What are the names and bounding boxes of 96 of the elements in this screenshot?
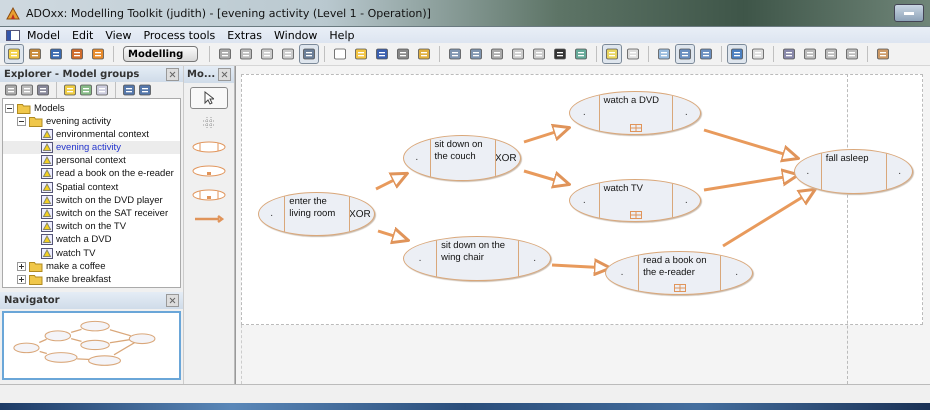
- tree-item-label: switch on the DVD player: [56, 194, 163, 206]
- tree-item[interactable]: watch a DVD: [3, 233, 180, 246]
- model-icon: [41, 194, 53, 206]
- node-marker: .: [582, 196, 586, 206]
- tree-item-label: read a book on the e-reader: [56, 168, 174, 180]
- tree-item[interactable]: environmental context: [3, 128, 180, 141]
- node-marker: .: [582, 108, 586, 118]
- tree-item[interactable]: personal context: [3, 154, 180, 168]
- node-marker: .: [418, 254, 422, 264]
- palette-tool[interactable]: [190, 87, 228, 109]
- menu-item[interactable]: Edit: [67, 28, 98, 42]
- subprocess-icon: [630, 211, 642, 219]
- node-marker: .: [735, 268, 738, 278]
- activity-icon: [192, 141, 226, 153]
- gateway-label: XOR: [349, 208, 371, 220]
- tree-item-label: personal context: [56, 155, 126, 166]
- minimize-button[interactable]: [894, 4, 924, 22]
- tree-item[interactable]: switch on the SAT receiver: [3, 206, 180, 220]
- menu-item[interactable]: Window: [269, 28, 322, 42]
- tree-item[interactable]: switch on the DVD player: [3, 194, 180, 207]
- node-label: sit down on the wing chair: [441, 240, 506, 264]
- menu-item[interactable]: Help: [324, 28, 360, 42]
- model-icon: [41, 234, 53, 246]
- pointer-icon: [204, 91, 214, 105]
- panel-title: Explorer - Model groups: [4, 68, 140, 80]
- model-icon: [41, 155, 53, 166]
- subprocess-icon: [674, 284, 686, 292]
- window-menu-icon[interactable]: [6, 30, 20, 40]
- tree-item-label: watch a DVD: [56, 234, 112, 246]
- collapse-icon[interactable]: [17, 116, 26, 126]
- subprocess-icon: [192, 189, 226, 201]
- subprocess-icon: [630, 124, 642, 132]
- tree-item-label: make a coffee: [46, 260, 106, 272]
- node-label: read a book on the e-reader: [643, 255, 708, 279]
- tree-item[interactable]: Models: [3, 101, 180, 115]
- tree-item-label: make breakfast: [46, 274, 111, 285]
- gateway-label: XOR: [494, 152, 517, 164]
- model-icon: [41, 142, 53, 154]
- connector-icon: [194, 215, 224, 223]
- toolbar-button[interactable]: [675, 44, 696, 64]
- node-label: fall asleep: [826, 153, 870, 165]
- minimize-icon: [904, 12, 914, 14]
- node-marker: .: [684, 108, 688, 118]
- toolbar-button[interactable]: [299, 44, 320, 64]
- window-title: ADOxx: Modelling Toolkit (judith) - [evening activity (Level 1 - Operation)]: [26, 6, 432, 20]
- tree-item[interactable]: watch TV: [3, 246, 180, 260]
- tree-item-label: environmental context: [56, 128, 149, 140]
- node-marker: .: [898, 166, 902, 176]
- node-label: watch TV: [604, 183, 644, 195]
- tree-item-label: switch on the TV: [56, 221, 126, 232]
- model-icon: [41, 168, 53, 180]
- node-label: watch a DVD: [604, 95, 660, 107]
- node-marker: .: [684, 196, 688, 206]
- tree-item-label: evening activity: [46, 116, 111, 127]
- tree-item-label: switch on the SAT receiver: [56, 208, 168, 220]
- panel-title: Navigator: [4, 295, 60, 306]
- tree-item[interactable]: Spatial context: [3, 180, 180, 194]
- tree-item-label: Spatial context: [56, 182, 118, 193]
- tree-item[interactable]: evening activity: [3, 114, 180, 128]
- node-label: sit down on the couch: [434, 139, 484, 163]
- menu-item[interactable]: View: [100, 28, 136, 42]
- close-icon[interactable]: [166, 68, 179, 81]
- node-label: enter the living room: [289, 196, 336, 220]
- menu-item[interactable]: Process tools: [138, 28, 220, 42]
- node-marker: .: [415, 153, 418, 163]
- collapse-icon[interactable]: [5, 104, 14, 113]
- subprocess-icon: [192, 165, 226, 177]
- expand-icon[interactable]: [17, 262, 26, 271]
- mode-dropdown[interactable]: Modelling: [123, 46, 198, 62]
- menu-item[interactable]: Extras: [222, 28, 268, 42]
- expand-icon[interactable]: [17, 274, 26, 284]
- node-marker: .: [620, 268, 624, 278]
- menu-item[interactable]: Model: [22, 28, 66, 42]
- tree-item-label: watch TV: [56, 248, 96, 259]
- node-marker: .: [806, 166, 810, 176]
- model-icon: [41, 128, 53, 140]
- tree-item[interactable]: make a coffee: [3, 260, 180, 273]
- app-icon: [6, 6, 20, 20]
- tree-item-label: evening activity: [56, 142, 121, 154]
- model-icon: [41, 248, 53, 259]
- node-marker: .: [270, 209, 274, 219]
- crosshair-icon: [202, 116, 216, 130]
- model-icon: [41, 208, 53, 220]
- tree-item[interactable]: switch on the TV: [3, 220, 180, 234]
- close-icon[interactable]: [218, 68, 231, 81]
- toolbar-button[interactable]: [727, 44, 748, 64]
- tree-item[interactable]: evening activity: [3, 140, 180, 154]
- model-icon: [41, 182, 53, 193]
- close-icon[interactable]: [166, 294, 179, 307]
- tree-item-label: Models: [34, 102, 65, 114]
- tree-item[interactable]: make breakfast: [3, 272, 180, 286]
- model-icon: [41, 221, 53, 232]
- tree-item[interactable]: read a book on the e-reader: [3, 167, 180, 181]
- navigator-view[interactable]: [2, 311, 181, 380]
- node-marker: .: [533, 254, 536, 264]
- panel-title: Mo...: [187, 69, 216, 80]
